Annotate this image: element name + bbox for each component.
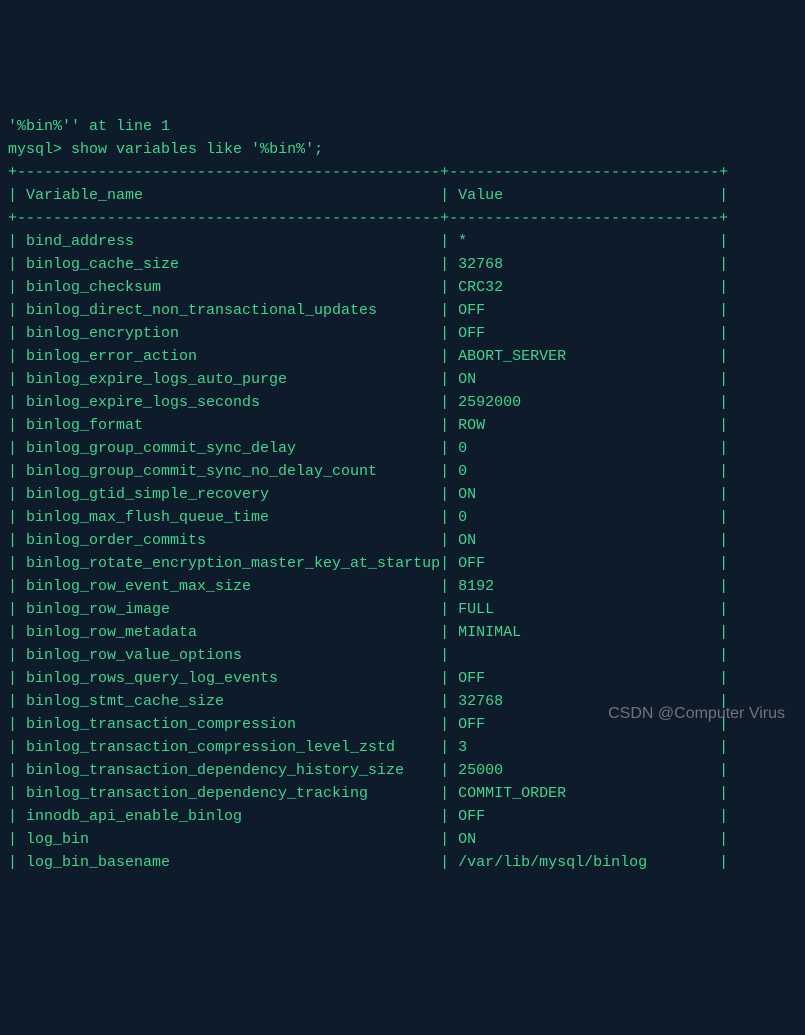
table-body: | bind_address | * | | binlog_cache_size… xyxy=(8,233,728,871)
table-separator-mid: +---------------------------------------… xyxy=(8,210,728,227)
prompt-label: mysql> xyxy=(8,141,62,158)
terminal-output: '%bin%'' at line 1 mysql> show variables… xyxy=(0,92,805,874)
watermark-text: CSDN @Computer Virus xyxy=(608,702,785,725)
table-separator-top: +---------------------------------------… xyxy=(8,164,728,181)
command-text: show variables like '%bin%'; xyxy=(71,141,323,158)
mysql-prompt-line[interactable]: mysql> show variables like '%bin%'; xyxy=(8,141,323,158)
table-header-row: | Variable_name | Value | xyxy=(8,187,728,204)
error-line: '%bin%'' at line 1 xyxy=(8,118,170,135)
